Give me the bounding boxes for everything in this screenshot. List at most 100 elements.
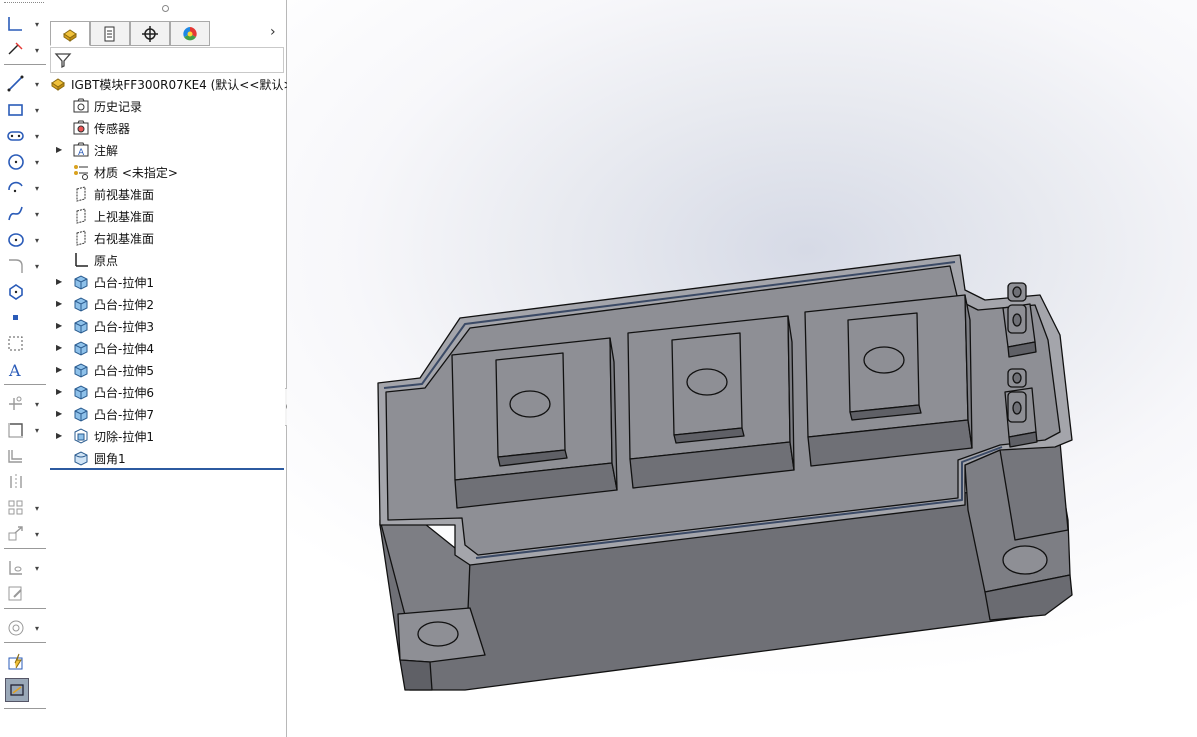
tree-item[interactable]: ▶ 凸台-拉伸2 [56,294,154,314]
flyout-arrow-icon[interactable]: ▾ [35,505,43,513]
expand-arrow-icon[interactable]: ▶ [56,343,64,353]
tab-appearance-manager[interactable] [170,21,210,46]
tree-item[interactable]: 原点 [72,250,118,270]
flyout-arrow-icon[interactable]: ▾ [35,47,43,55]
display-relations-button[interactable] [6,558,26,578]
graphics-viewport[interactable] [287,0,1197,737]
rectangle-button[interactable] [6,100,26,120]
plane-icon [72,207,90,225]
arc-button[interactable] [6,178,26,198]
configuration-manager-tab-icon [142,25,158,42]
polygon-icon [9,284,23,300]
expand-arrow-icon[interactable]: ▶ [56,321,64,331]
quick-snaps-button[interactable] [6,618,26,638]
fillet-sketch-button[interactable] [6,256,26,276]
spline-button[interactable] [6,204,26,224]
rapid-sketch-button[interactable] [6,652,26,672]
trim-button[interactable] [6,394,26,414]
construction-geometry-button[interactable] [6,334,26,354]
flyout-arrow-icon[interactable]: ▾ [35,133,43,141]
sensor-folder-icon [72,119,90,137]
mirror-entities-button[interactable] [6,472,26,492]
ellipse-button[interactable] [6,230,26,250]
tree-item[interactable]: ▶ 凸台-拉伸4 [56,338,154,358]
tree-item[interactable]: 前视基准面 [72,184,154,204]
text-button[interactable]: A [6,360,26,380]
slot-button[interactable] [6,126,26,146]
tree-item[interactable]: 圆角1 [72,448,126,468]
point-icon [13,315,18,320]
smart-dimension-button[interactable] [6,40,26,60]
offset-entities-button[interactable] [6,446,26,466]
offset-entities-icon [8,450,22,463]
expand-arrow-icon[interactable]: ▶ [56,299,64,309]
flyout-arrow-icon[interactable]: ▾ [35,237,43,245]
rectangle-icon [8,104,23,116]
tree-item[interactable]: 上视基准面 [72,206,154,226]
flyout-arrow-icon[interactable]: ▾ [35,401,43,409]
flyout-arrow-icon[interactable]: ▾ [35,159,43,167]
toolbar-grip[interactable] [4,2,44,5]
tree-item[interactable]: 右视基准面 [72,228,154,248]
repair-sketch-button[interactable] [6,584,26,604]
linear-pattern-button[interactable] [6,498,26,518]
circle-button[interactable] [6,152,26,172]
tree-item-label: 凸台-拉伸1 [94,275,154,290]
tree-item-label: 注解 [94,143,119,158]
tree-item[interactable]: ▶ 凸台-拉伸1 [56,272,154,292]
tree-item-label: 右视基准面 [94,231,155,246]
point-button[interactable] [6,308,26,328]
tree-item[interactable]: ▶ 凸台-拉伸5 [56,360,154,380]
filter-icon[interactable] [54,51,72,69]
tree-item-label: 历史记录 [94,99,143,114]
polygon-button[interactable] [6,282,26,302]
arc-icon [8,181,23,193]
flyout-arrow-icon[interactable]: ▾ [35,531,43,539]
expand-arrow-icon[interactable]: ▶ [56,387,64,397]
corner-rectangle-button[interactable] [6,14,26,34]
tree-item[interactable]: ▶ 切除-拉伸1 [56,426,154,446]
expand-arrow-icon[interactable]: ▶ [56,431,64,441]
tab-configuration-manager[interactable] [130,21,170,46]
flyout-arrow-icon[interactable]: ▾ [35,263,43,271]
line-button[interactable] [6,74,26,94]
tree-item[interactable]: ▶ 凸台-拉伸6 [56,382,154,402]
move-entities-button[interactable] [6,524,26,544]
annotation-folder-icon: A [72,141,90,159]
sketch-toolbar: ▾ ▾ ▾ ▾ ▾ ▾ ▾ ▾ ▾ ▾ A ▾ ▾ ▾ ▾ ▾ ▾ [0,0,48,737]
tree-item[interactable]: ▶ 凸台-拉伸7 [56,404,154,424]
flyout-arrow-icon[interactable]: ▾ [35,81,43,89]
tree-item[interactable]: 传感器 [72,118,130,138]
tree-item[interactable]: ▶ 凸台-拉伸3 [56,316,154,336]
expand-arrow-icon[interactable]: ▶ [56,365,64,375]
flyout-arrow-icon[interactable]: ▾ [35,107,43,115]
convert-entities-button[interactable] [6,420,26,440]
flyout-arrow-icon[interactable]: ▾ [35,185,43,193]
flyout-arrow-icon[interactable]: ▾ [35,427,43,435]
appearance-manager-tab-icon [183,26,197,40]
instant2d-button[interactable] [5,678,29,702]
rollback-bar[interactable] [50,468,284,470]
tab-feature-manager[interactable] [50,21,90,46]
tree-item[interactable]: ▶ A 注解 [56,140,119,160]
tree-root-part[interactable]: IGBT模块FF300R07KE4 (默认<<默认> [49,74,293,94]
tree-item[interactable]: 历史记录 [72,96,142,116]
boss-extrude-icon [72,383,90,401]
tree-filter-bar[interactable] [50,47,284,73]
flyout-arrow-icon[interactable]: ▾ [35,21,43,29]
tab-property-manager[interactable] [90,21,130,46]
flyout-arrow-icon[interactable]: ▾ [35,211,43,219]
igbt-module-model[interactable] [287,0,1197,737]
flyout-arrow-icon[interactable]: ▾ [35,565,43,573]
panel-pin-dot[interactable] [162,5,169,12]
circle-icon [8,154,24,170]
fillet-sketch-icon [9,259,23,273]
trim-icon [9,396,22,410]
expand-arrow-icon[interactable]: ▶ [56,409,64,419]
tabs-scroll-right-icon[interactable]: › [270,24,276,40]
expand-arrow-icon[interactable]: ▶ [56,277,64,287]
flyout-arrow-icon[interactable]: ▾ [35,625,43,633]
tree-item[interactable]: 材质 <未指定> [72,162,178,182]
expand-arrow-icon[interactable]: ▶ [56,145,64,155]
tree-item-label: 传感器 [94,121,131,136]
